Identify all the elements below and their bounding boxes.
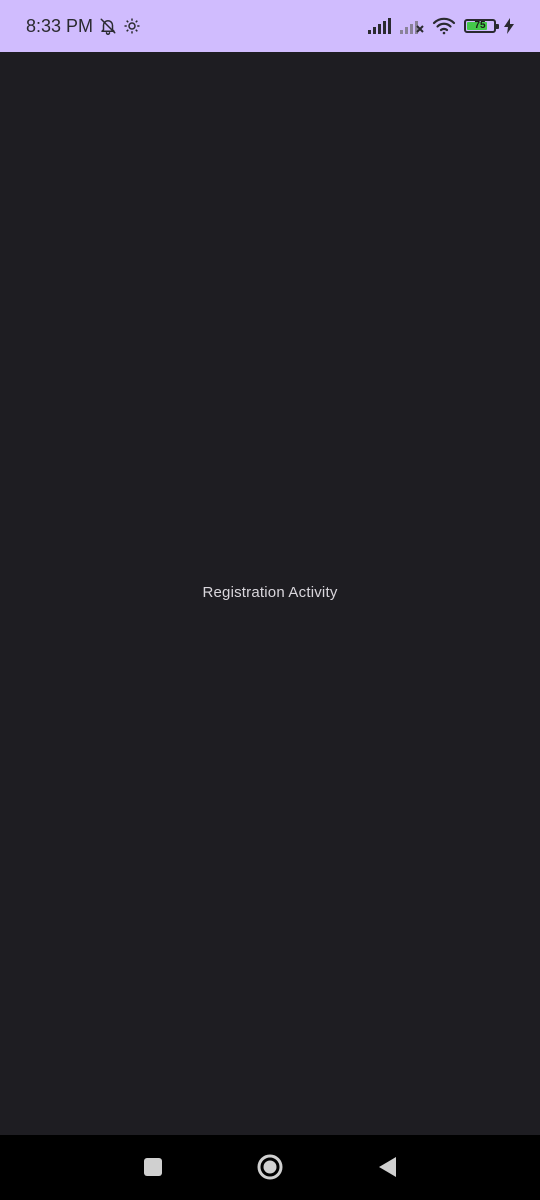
battery-icon: 75 (464, 19, 499, 33)
battery-level: 75 (474, 20, 486, 31)
navigation-bar (0, 1135, 540, 1200)
status-bar: 8:33 PM 75 (0, 0, 540, 52)
status-bar-left: 8:33 PM (26, 16, 141, 37)
registration-activity-label: Registration Activity (202, 584, 338, 601)
signal-icon (368, 18, 392, 34)
back-triangle-icon (379, 1157, 396, 1177)
circle-icon (257, 1154, 283, 1180)
square-icon (144, 1158, 162, 1176)
recents-button[interactable] (135, 1149, 171, 1185)
bell-off-icon (99, 17, 117, 35)
main-content: Registration Activity (0, 52, 540, 1135)
status-bar-right: 75 (368, 17, 514, 35)
gear-icon (123, 17, 141, 35)
signal-no-service-icon (400, 18, 424, 34)
wifi-icon (432, 17, 456, 35)
clock: 8:33 PM (26, 15, 94, 36)
home-button[interactable] (252, 1149, 288, 1185)
back-button[interactable] (369, 1149, 405, 1185)
charging-icon (504, 18, 514, 34)
